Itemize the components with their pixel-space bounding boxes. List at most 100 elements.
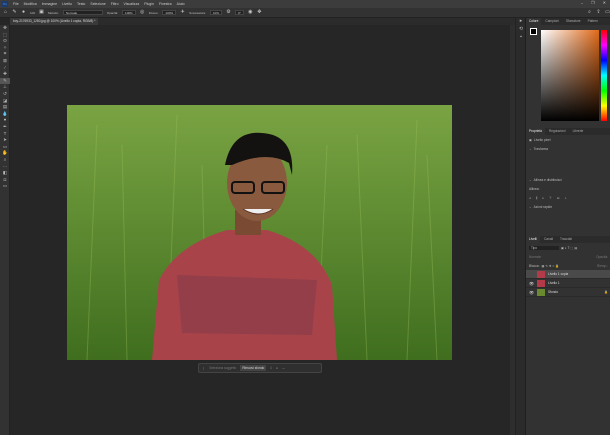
angle-field[interactable]: 0°: [234, 10, 244, 15]
more-tools-icon[interactable]: …: [0, 163, 10, 170]
flow-field[interactable]: 100%: [162, 10, 177, 15]
smoothing-field[interactable]: 10%: [209, 10, 222, 15]
path-select-tool-icon[interactable]: ➤: [0, 137, 10, 144]
menu-immagine[interactable]: Immagine: [42, 2, 57, 6]
layer-row[interactable]: Livello 1 copia: [526, 270, 610, 279]
tab-proprieta[interactable]: Proprietà: [526, 128, 545, 135]
tab-canali[interactable]: Canali: [541, 236, 556, 243]
remove-background-button[interactable]: Rimuovi sfondo: [240, 365, 267, 371]
hue-slider[interactable]: [601, 30, 607, 121]
clone-stamp-tool-icon[interactable]: ⊥: [0, 84, 10, 91]
align-left-icon[interactable]: ⫷: [529, 196, 531, 200]
menu-file[interactable]: File: [13, 2, 19, 6]
layer-row[interactable]: 👁 Sfondo 🔒: [526, 288, 610, 297]
quick-select-tool-icon[interactable]: ✧: [0, 45, 10, 52]
brush-tool-icon[interactable]: ✎: [12, 10, 17, 15]
layer-filter-select[interactable]: Tipo: [529, 245, 559, 250]
adjustment-icon[interactable]: ◐: [276, 366, 278, 370]
menu-plugin[interactable]: Plugin: [144, 2, 154, 6]
drag-handle-icon[interactable]: ⋮: [202, 366, 205, 370]
zoom-tool-icon[interactable]: ⌕: [0, 157, 10, 164]
dodge-tool-icon[interactable]: ●: [0, 117, 10, 124]
home-icon[interactable]: ⌂: [3, 10, 8, 15]
blend-mode-select[interactable]: Normale: [529, 255, 541, 259]
move-tool-icon[interactable]: ✥: [0, 25, 10, 32]
pressure-opacity-icon[interactable]: ◎: [140, 10, 145, 15]
minimize-icon[interactable]: –: [581, 0, 583, 5]
marquee-tool-icon[interactable]: ⬚: [0, 32, 10, 39]
frame-tool-icon[interactable]: ⊠: [0, 58, 10, 65]
align-section[interactable]: Allinea e distribuisci: [534, 178, 562, 182]
align-bottom-icon[interactable]: ⊥: [565, 196, 568, 200]
airbrush-icon[interactable]: ✈: [180, 10, 185, 15]
select-subject-button[interactable]: Seleziona soggetto: [209, 366, 236, 370]
quick-actions-section[interactable]: Azioni rapide: [534, 205, 552, 209]
search-icon[interactable]: ⌕: [587, 10, 592, 15]
menu-modifica[interactable]: Modifica: [24, 2, 37, 6]
filter-icons[interactable]: ▣ ◐ T ⬚ ▤: [561, 246, 577, 250]
workspace-icon[interactable]: ▭: [605, 10, 610, 15]
pressure-size-icon[interactable]: ◉: [248, 10, 253, 15]
brush-settings-icon[interactable]: ▣: [39, 10, 44, 15]
frame-icon[interactable]: ⌷: [270, 366, 272, 370]
menu-livello[interactable]: Livello: [62, 2, 72, 6]
smoothing-gear-icon[interactable]: ⚙: [226, 10, 231, 15]
menu-filtro[interactable]: Filtro: [111, 2, 119, 6]
lasso-tool-icon[interactable]: ʘ: [0, 38, 10, 45]
chevron-down-icon[interactable]: ⌄: [529, 178, 532, 182]
layer-name[interactable]: Livello 1 copia: [548, 272, 568, 276]
eye-icon[interactable]: 👁: [529, 281, 534, 286]
lock-icons[interactable]: ▦ ✎ ✥ ⌗ 🔒: [541, 264, 559, 268]
share-icon[interactable]: ⇪: [596, 10, 601, 15]
menu-selezione[interactable]: Selezione: [90, 2, 105, 6]
close-icon[interactable]: ✕: [603, 0, 606, 5]
tab-librerie[interactable]: Librerie: [570, 128, 587, 135]
opacity-field[interactable]: 100%: [122, 10, 136, 15]
eye-icon[interactable]: 👁: [529, 290, 534, 295]
brush-tool-icon[interactable]: ✎: [0, 77, 10, 85]
layer-name[interactable]: Livello 1: [548, 281, 560, 285]
healing-tool-icon[interactable]: ✚: [0, 71, 10, 78]
chevron-down-icon[interactable]: ⌄: [529, 147, 532, 151]
tab-sfumature[interactable]: Sfumature: [563, 18, 584, 25]
pen-tool-icon[interactable]: ✒: [0, 124, 10, 131]
transform-fields[interactable]: [526, 153, 610, 175]
color-picker-field[interactable]: [541, 30, 599, 121]
tab-tracciati[interactable]: Tracciati: [557, 236, 575, 243]
tab-campioni[interactable]: Campioni: [542, 18, 561, 25]
gradient-tool-icon[interactable]: ▤: [0, 104, 10, 111]
color-swatches-icon[interactable]: ◧: [0, 170, 10, 177]
menu-testo[interactable]: Testo: [77, 2, 85, 6]
layer-row[interactable]: 👁 Livello 1: [526, 279, 610, 288]
symmetry-icon[interactable]: ✥: [257, 10, 262, 15]
more-options-icon[interactable]: ⋯: [282, 366, 285, 370]
blur-tool-icon[interactable]: 💧: [0, 111, 10, 118]
menu-finestra[interactable]: Finestra: [159, 2, 172, 6]
tab-colore[interactable]: Colore: [526, 18, 542, 25]
menu-visualizza[interactable]: Visualizza: [124, 2, 140, 6]
transform-section[interactable]: Trasforma: [534, 147, 548, 151]
align-top-icon[interactable]: ⊤: [549, 196, 552, 200]
align-right-icon[interactable]: ⫸: [542, 196, 544, 200]
align-middle-icon[interactable]: ⊟: [557, 196, 560, 200]
type-tool-icon[interactable]: T: [0, 131, 10, 138]
eraser-tool-icon[interactable]: ◪: [0, 98, 10, 105]
tab-regolazioni[interactable]: Regolazioni: [546, 128, 569, 135]
quick-mask-icon[interactable]: ◘: [0, 177, 10, 184]
align-center-icon[interactable]: ⫼: [536, 196, 537, 200]
chevron-down-icon[interactable]: ⌄: [529, 205, 532, 209]
foreground-color-swatch[interactable]: [530, 28, 537, 35]
brush-preset-icon[interactable]: ●: [21, 10, 26, 15]
hand-tool-icon[interactable]: ✋: [0, 150, 10, 157]
tab-livelli[interactable]: Livelli: [526, 236, 540, 243]
menu-aiuto[interactable]: Aiuto: [177, 2, 185, 6]
crop-tool-icon[interactable]: ⌗: [0, 51, 10, 58]
mode-select[interactable]: Normale: [62, 10, 103, 15]
layer-name[interactable]: Sfondo: [548, 290, 558, 294]
canvas-image[interactable]: [67, 105, 452, 360]
restore-icon[interactable]: ❐: [591, 0, 595, 5]
eyedropper-tool-icon[interactable]: ⁄: [0, 65, 10, 72]
screen-mode-icon[interactable]: ▭: [0, 183, 10, 190]
document-tab[interactable]: boy-2176933_1280.jpg @ 100% (Livello 1 c…: [10, 18, 99, 25]
history-brush-tool-icon[interactable]: ↺: [0, 91, 10, 98]
